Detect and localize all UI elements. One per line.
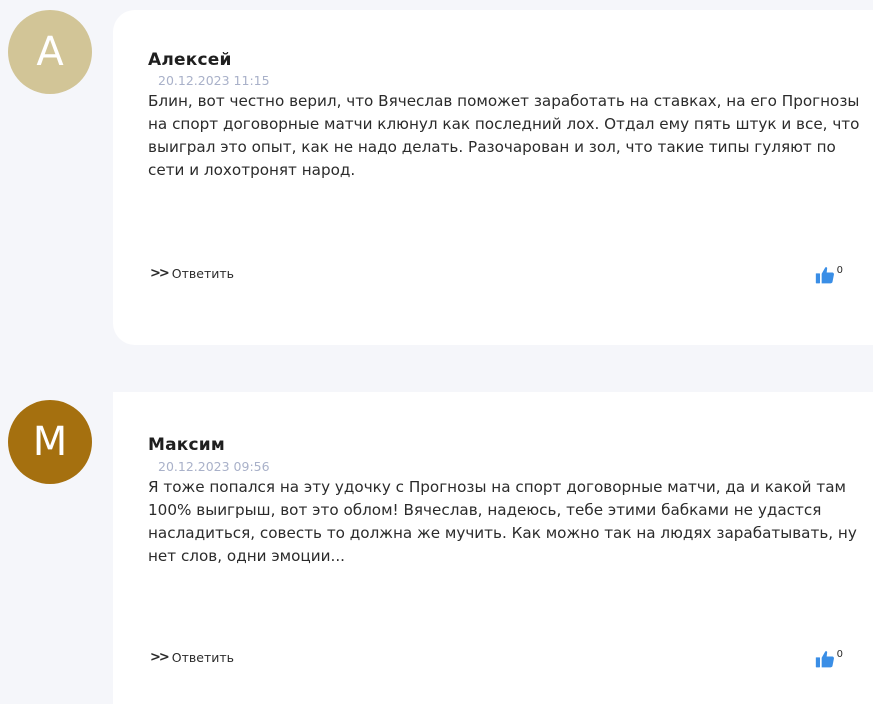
comment-card: Алексей 20.12.2023 11:15 Блин, вот честн… <box>113 10 873 345</box>
avatar: М <box>8 400 92 484</box>
like-count: 0 <box>836 265 843 276</box>
reply-label: Ответить <box>171 266 235 281</box>
comment-item: М Максим 20.12.2023 09:56 Я тоже попался… <box>0 392 873 704</box>
reply-label: Ответить <box>171 650 235 665</box>
avatar-letter: А <box>36 29 64 75</box>
double-chevron-right-icon: >> <box>150 650 170 665</box>
comment-date: 20.12.2023 09:56 <box>158 459 270 474</box>
avatar-letter: М <box>32 419 68 465</box>
double-chevron-right-icon: >> <box>150 266 170 281</box>
reply-button[interactable]: >> Ответить <box>150 266 234 281</box>
like-button[interactable]: 0 <box>815 265 843 285</box>
comment-text: Я тоже попался на эту удочку с Прогнозы … <box>148 478 857 565</box>
thumbs-up-icon <box>815 651 834 668</box>
like-count: 0 <box>836 649 843 660</box>
comment-author: Алексей <box>148 50 232 70</box>
comment-author: Максим <box>148 435 226 455</box>
reply-button[interactable]: >> Ответить <box>150 650 234 665</box>
avatar: А <box>8 10 92 94</box>
thumbs-up-icon <box>815 267 834 284</box>
comment-item: А Алексей 20.12.2023 11:15 Блин, вот чес… <box>0 0 873 360</box>
comment-date: 20.12.2023 11:15 <box>158 73 270 88</box>
comment-card: Максим 20.12.2023 09:56 Я тоже попался н… <box>113 392 873 704</box>
comment-text: Блин, вот честно верил, что Вячеслав пом… <box>148 92 860 179</box>
like-button[interactable]: 0 <box>815 649 843 669</box>
